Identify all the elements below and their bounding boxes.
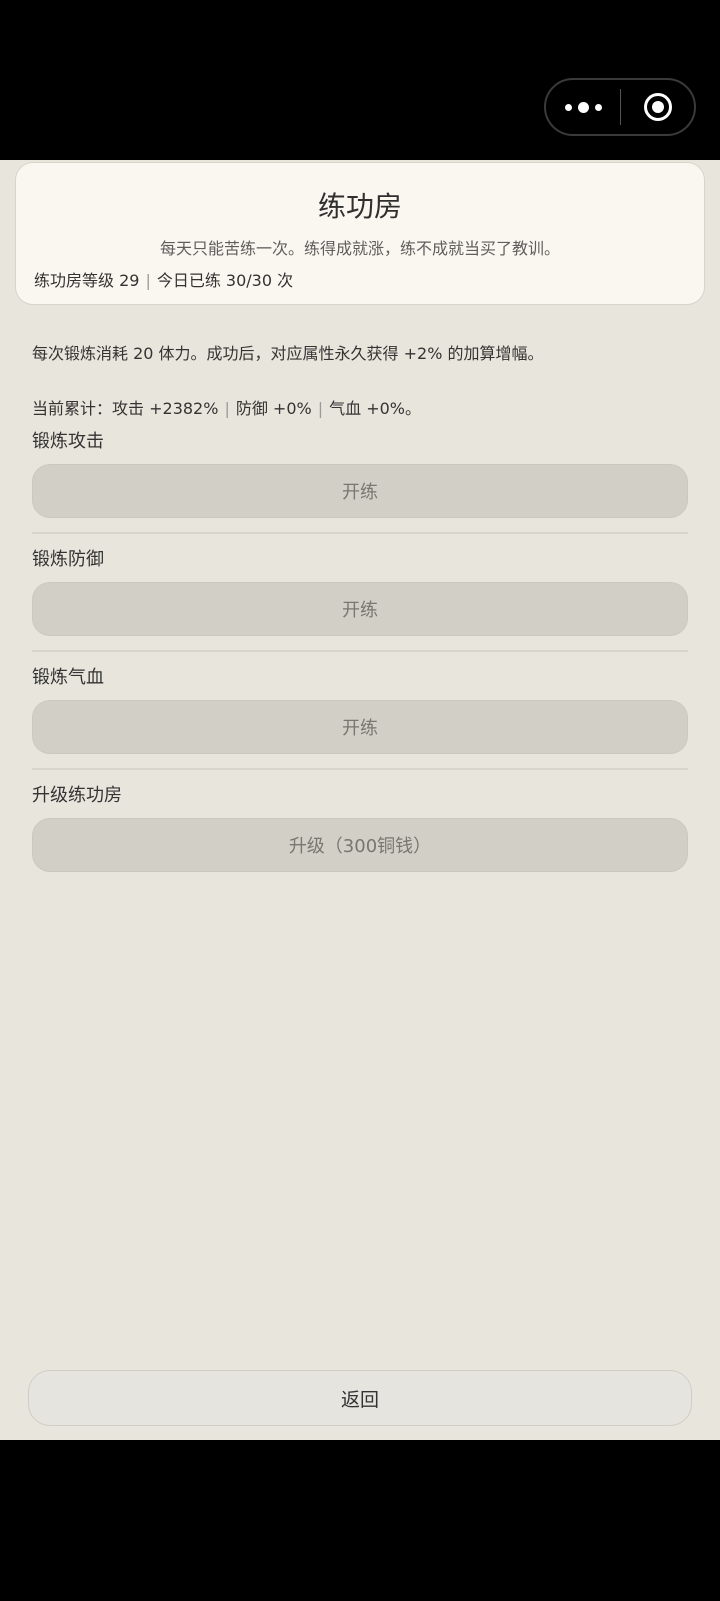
daily-count: 今日已练 30/30 次 — [156, 271, 294, 290]
separator: | — [317, 399, 324, 418]
cumulative-prefix: 当前累计： — [32, 399, 113, 418]
upgrade-room-label: 升级练功房 — [32, 785, 122, 806]
train-defense-label: 锻炼防御 — [32, 549, 104, 570]
training-room-page: 练功房 每天只能苦练一次。练得成就涨，练不成就当买了教训。 练功房等级 29 | 今… — [0, 160, 720, 1440]
train-attack-label: 锻炼攻击 — [32, 431, 104, 452]
room-status: 练功房等级 29 | 今日已练 30/30 次 — [34, 267, 293, 291]
upgrade-room-section: 升级练功房 升级（300铜钱） — [32, 784, 688, 872]
target-close-icon — [643, 93, 672, 121]
cumulative-stats: 当前累计：攻击 +2382% | 防御 +0% | 气血 +0%。 — [32, 395, 421, 419]
more-dots-icon[interactable] — [546, 80, 620, 134]
status-bar — [0, 0, 720, 160]
close-button[interactable] — [621, 80, 694, 134]
train-hp-section: 锻炼气血 开练 — [32, 666, 688, 770]
page-subtitle: 每天只能苦练一次。练得成就涨，练不成就当买了教训。 — [159, 239, 560, 258]
train-defense-button[interactable]: 开练 — [32, 582, 688, 636]
train-defense-section: 锻炼防御 开练 — [32, 548, 688, 652]
divider — [32, 650, 688, 652]
train-hp-label: 锻炼气血 — [32, 667, 104, 688]
back-button[interactable]: 返回 — [28, 1370, 692, 1426]
train-hp-button[interactable]: 开练 — [32, 700, 688, 754]
bottom-bar — [0, 1440, 720, 1601]
divider — [32, 768, 688, 770]
defense-total: 防御 +0% — [235, 399, 312, 418]
room-level: 练功房等级 29 — [34, 271, 140, 290]
cost-description: 每次锻炼消耗 20 体力。成功后，对应属性永久获得 +2% 的加算增幅。 — [32, 344, 544, 363]
header-card: 练功房 每天只能苦练一次。练得成就涨，练不成就当买了教训。 练功房等级 29 | 今… — [15, 162, 705, 305]
separator: | — [224, 399, 230, 418]
upgrade-room-button[interactable]: 升级（300铜钱） — [32, 818, 688, 872]
train-attack-button[interactable]: 开练 — [32, 464, 688, 518]
page-title: 练功房 — [317, 190, 402, 223]
attack-total: 攻击 +2382% — [112, 399, 219, 418]
mini-program-capsule — [544, 78, 696, 136]
divider — [32, 532, 688, 534]
separator: | — [145, 271, 151, 290]
hp-total: 气血 +0%。 — [329, 399, 421, 418]
train-attack-section: 锻炼攻击 开练 — [32, 430, 688, 534]
